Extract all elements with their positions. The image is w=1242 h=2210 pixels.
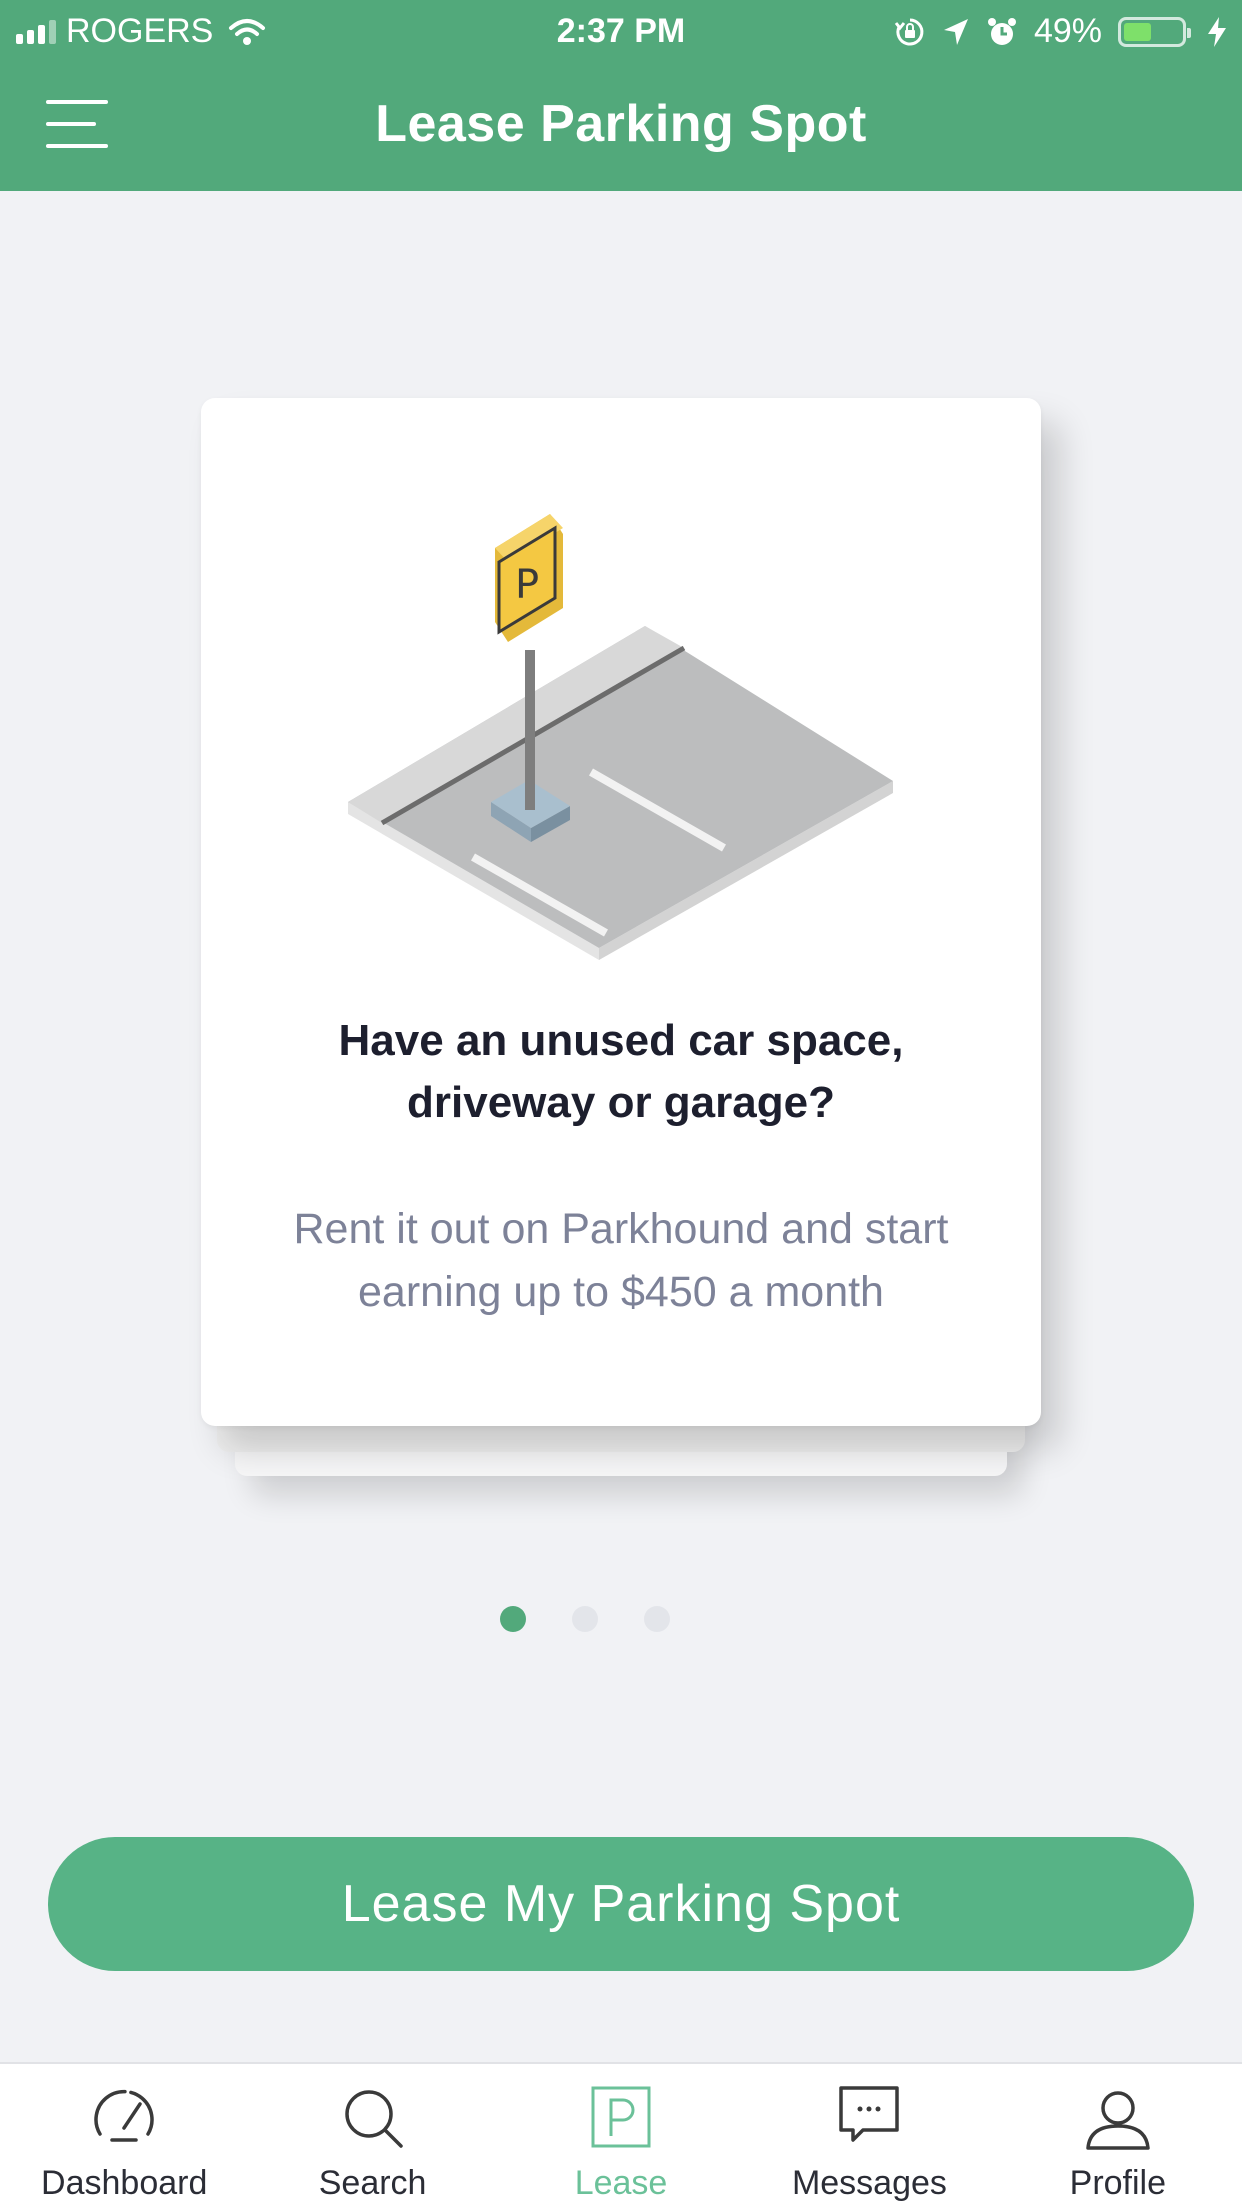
info-card: P Have an unused car space, driveway or … xyxy=(201,398,1041,1426)
chat-bubble-icon xyxy=(839,2086,900,2142)
speedometer-icon xyxy=(94,2089,154,2142)
orientation-lock-icon xyxy=(894,18,924,45)
user-icon xyxy=(1086,2091,1150,2150)
pager-dot[interactable] xyxy=(644,1606,670,1632)
tab-messages[interactable]: Messages xyxy=(745,2064,993,2210)
alarm-icon xyxy=(987,17,1016,45)
tab-lease[interactable]: Lease xyxy=(497,2064,745,2210)
parking-spot-illustration: P xyxy=(348,514,893,960)
lease-my-parking-spot-button[interactable]: Lease My Parking Spot xyxy=(48,1837,1194,1971)
parking-icon xyxy=(591,2086,651,2148)
pager-dot[interactable] xyxy=(500,1606,526,1632)
tab-search[interactable]: Search xyxy=(248,2064,496,2210)
tab-label: Messages xyxy=(791,2164,947,2202)
info-card-carousel[interactable]: P Have an unused car space, driveway or … xyxy=(201,398,1041,1478)
status-right: 49% xyxy=(894,12,1228,51)
card-description: Rent it out on Parkhound and start earni… xyxy=(293,1205,949,1316)
app-header: ROGERS 2:37 PM 49% Lease Parking Spot xyxy=(0,0,1242,191)
tab-profile[interactable]: Profile xyxy=(994,2064,1242,2210)
parking-sign-letter: P xyxy=(515,562,539,608)
tab-dashboard[interactable]: Dashboard xyxy=(0,2064,248,2210)
bottom-tab-bar: Dashboard Search Lease Messages Profile xyxy=(0,2062,1242,2210)
location-arrow-icon xyxy=(943,18,968,45)
charging-bolt-icon xyxy=(1208,16,1226,47)
tab-label: Profile xyxy=(1069,2164,1167,2202)
tab-label: Search xyxy=(318,2164,427,2202)
carousel-pager xyxy=(0,1606,1242,1632)
tab-label: Lease xyxy=(574,2164,668,2202)
battery-level xyxy=(1124,22,1151,41)
search-icon xyxy=(344,2090,403,2148)
page-title: Lease Parking Spot xyxy=(375,95,867,153)
battery-icon xyxy=(1118,16,1191,47)
pager-dot[interactable] xyxy=(572,1606,598,1632)
battery-percent: 49% xyxy=(1033,12,1102,50)
card-title: Have an unused car space, driveway or ga… xyxy=(338,1016,904,1127)
tab-label: Dashboard xyxy=(41,2164,208,2202)
status-bar: ROGERS 2:37 PM 49% xyxy=(0,0,1242,62)
